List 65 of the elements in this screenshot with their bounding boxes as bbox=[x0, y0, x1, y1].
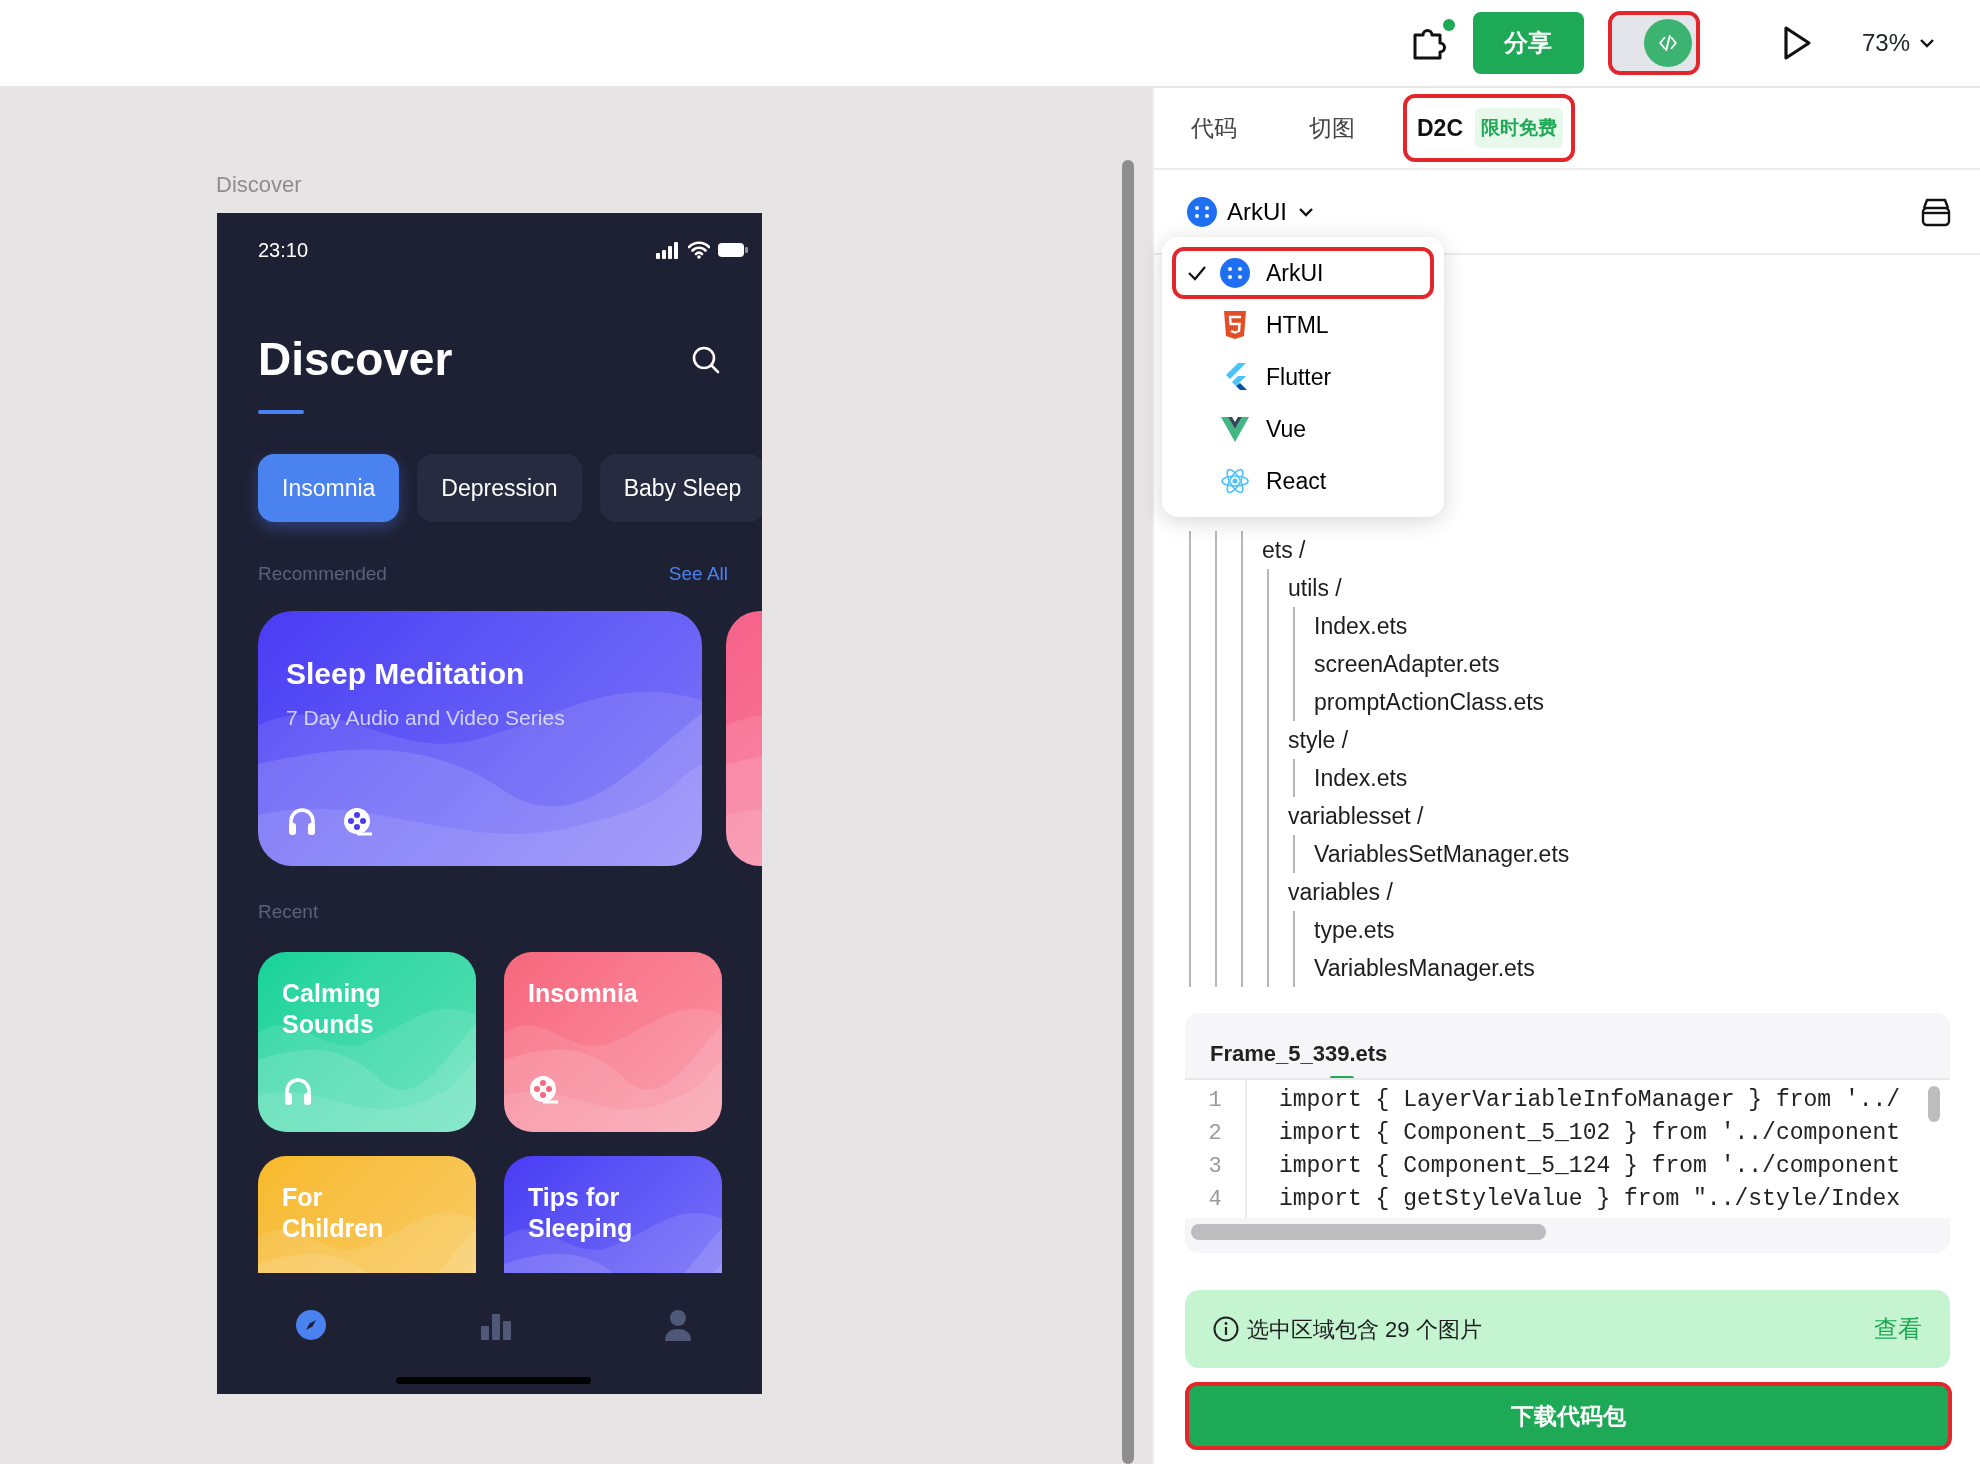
harmony-logo-icon bbox=[1187, 196, 1217, 227]
screen-title: Discover bbox=[258, 332, 453, 387]
card-subtitle: 7 Day Audio and Video Series bbox=[286, 704, 566, 731]
code-view-toggle[interactable] bbox=[1607, 11, 1700, 75]
language-selector[interactable]: ArkUI bbox=[1187, 193, 1315, 230]
info-icon bbox=[1213, 1316, 1239, 1342]
section-heading: Recent bbox=[258, 899, 320, 924]
language-option[interactable]: HTML bbox=[1172, 299, 1434, 351]
file-item[interactable]: VariablesManager.ets bbox=[1314, 949, 1535, 987]
battery-icon bbox=[718, 242, 748, 258]
scroll-bar[interactable] bbox=[1928, 1086, 1940, 1122]
folder-item[interactable]: variablesset / bbox=[1288, 797, 1424, 835]
panel-tab[interactable]: 代码 bbox=[1167, 96, 1261, 160]
card-title: Sleep Meditation bbox=[286, 655, 526, 692]
feature-card[interactable]: Sleep Meditation 7 Day Audio and Video Series bbox=[258, 610, 702, 866]
code-line: import { LayerVariableInfoManager } from '../ bbox=[1279, 1086, 1901, 1115]
card-title: For Children bbox=[282, 1182, 385, 1245]
person-icon[interactable] bbox=[664, 1309, 692, 1341]
title-underline bbox=[258, 410, 304, 414]
category-chip[interactable]: Insomnia bbox=[258, 454, 400, 522]
language-option[interactable]: Flutter bbox=[1172, 351, 1434, 403]
harmony-logo-icon bbox=[1220, 258, 1250, 288]
folder-item[interactable]: utils / bbox=[1288, 569, 1342, 607]
category-chip[interactable]: Baby Sleep bbox=[599, 454, 762, 522]
file-item[interactable]: type.ets bbox=[1314, 911, 1395, 949]
folder-item[interactable]: ets / bbox=[1262, 531, 1306, 569]
language-option[interactable]: Vue bbox=[1172, 403, 1434, 455]
code-line: import { Component_5_102 } from '../component bbox=[1279, 1119, 1901, 1148]
signal-icon bbox=[656, 241, 680, 259]
card-title: Insomnia bbox=[528, 978, 639, 1009]
language-option[interactable]: ArkUI bbox=[1172, 247, 1434, 299]
line-number: 3 bbox=[1207, 1153, 1223, 1181]
panel-tab[interactable]: D2C 限时免费 bbox=[1403, 93, 1575, 163]
file-item[interactable]: VariablesSetManager.ets bbox=[1314, 835, 1570, 873]
card-title: Tips for Sleeping bbox=[528, 1182, 634, 1245]
promo-badge: 限时免费 bbox=[1475, 107, 1563, 149]
code-line: import { getStyleValue } from "../style/Index bbox=[1279, 1185, 1901, 1214]
file-item[interactable]: Index.ets bbox=[1314, 759, 1408, 797]
vue-logo-icon bbox=[1220, 414, 1250, 444]
panel-tab[interactable]: 切图 bbox=[1285, 96, 1379, 160]
zoom-dropdown[interactable]: 73% bbox=[1861, 25, 1936, 61]
atom-icon bbox=[1220, 466, 1250, 496]
category-chip[interactable]: Depression bbox=[417, 454, 582, 522]
section-heading: Recommended bbox=[258, 562, 387, 586]
wifi-icon bbox=[688, 241, 710, 259]
folder-item[interactable]: style / bbox=[1288, 721, 1349, 759]
folder-item[interactable]: variables / bbox=[1288, 873, 1393, 911]
line-number: 1 bbox=[1207, 1087, 1223, 1115]
compass-icon[interactable] bbox=[295, 1309, 327, 1341]
see-all-link[interactable]: See All bbox=[668, 560, 728, 589]
category-card[interactable]: Tips for Sleeping bbox=[504, 1156, 722, 1273]
code-line: import { Component_5_124 } from '../component bbox=[1279, 1152, 1901, 1181]
language-option[interactable]: React bbox=[1172, 455, 1434, 507]
search-icon[interactable] bbox=[691, 344, 721, 375]
scroll-bar[interactable] bbox=[1191, 1224, 1546, 1240]
file-item[interactable]: screenAdapter.ets bbox=[1314, 645, 1500, 683]
line-number: 4 bbox=[1207, 1186, 1223, 1214]
status-time: 23:10 bbox=[258, 238, 309, 263]
scroll-bar[interactable] bbox=[1122, 160, 1134, 1464]
file-item[interactable]: promptActionClass.ets bbox=[1314, 683, 1545, 721]
frame-label: Discover bbox=[216, 171, 303, 199]
card-title: Calming Sounds bbox=[282, 978, 382, 1041]
file-item[interactable]: Index.ets bbox=[1314, 607, 1408, 645]
notice-text: 选中区域包含 29 个图片 bbox=[1247, 1315, 1482, 1344]
line-number: 2 bbox=[1207, 1120, 1223, 1148]
